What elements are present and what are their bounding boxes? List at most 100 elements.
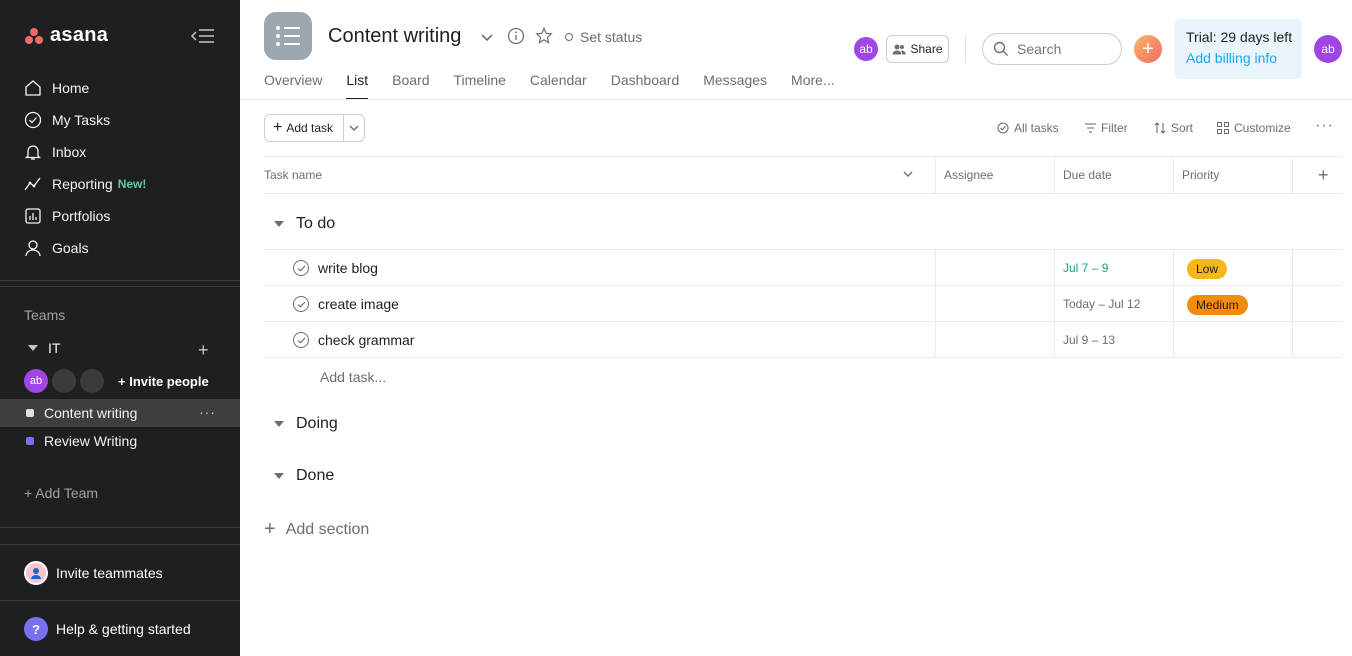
chevron-down-icon[interactable] (903, 171, 913, 178)
column-divider (1173, 250, 1174, 286)
set-status-label: Set status (580, 29, 643, 45)
column-header-task-name[interactable]: Task name (256, 157, 927, 193)
chevron-down-icon[interactable] (480, 30, 494, 48)
caret-down-icon[interactable] (274, 221, 284, 227)
quick-add-button[interactable]: + (1134, 35, 1162, 63)
section-title: Done (296, 467, 335, 484)
help-button[interactable]: ? Help & getting started (24, 617, 191, 641)
avatar[interactable]: ab (24, 369, 48, 393)
check-icon[interactable] (293, 260, 309, 276)
column-header-due-date[interactable]: Due date (1055, 157, 1173, 193)
search-input[interactable] (1017, 41, 1112, 57)
task-name[interactable]: create image (293, 286, 399, 322)
sort-icon (1154, 122, 1166, 134)
filter-icon (1085, 123, 1096, 133)
add-section-label: Add section (285, 520, 370, 538)
add-team-button[interactable]: + Add Team (24, 485, 98, 501)
people-icon (892, 44, 907, 55)
sidebar-item-inbox[interactable]: Inbox (0, 136, 240, 168)
sidebar-divider (0, 544, 240, 545)
column-divider (1054, 322, 1055, 358)
tab-calendar[interactable]: Calendar (530, 72, 587, 100)
sidebar-item-portfolios[interactable]: Portfolios (0, 200, 240, 232)
sidebar-item-reporting[interactable]: Reporting New! (0, 168, 240, 200)
section-header-done[interactable]: Done (274, 467, 334, 485)
caret-down-icon[interactable] (274, 473, 284, 479)
customize-icon (1217, 122, 1229, 134)
task-due-date[interactable]: Jul 9 – 13 (1063, 322, 1115, 358)
tab-board[interactable]: Board (392, 72, 429, 100)
tab-dashboard[interactable]: Dashboard (611, 72, 680, 100)
sort-button[interactable]: Sort (1154, 121, 1193, 135)
caret-down-icon[interactable] (274, 421, 284, 427)
teams-heading[interactable]: Teams (24, 307, 65, 323)
invite-people-button[interactable]: + Invite people (118, 374, 209, 389)
sidebar-divider (0, 527, 240, 528)
column-header-assignee[interactable]: Assignee (936, 157, 1054, 193)
customize-button[interactable]: Customize (1217, 121, 1291, 135)
priority-badge[interactable]: Medium (1187, 295, 1248, 315)
add-task-button[interactable]: + Add task (265, 115, 344, 141)
collapse-sidebar-icon[interactable] (190, 26, 216, 46)
task-name[interactable]: write blog (293, 250, 378, 286)
add-column-icon[interactable]: + (1310, 157, 1329, 193)
asana-logo[interactable]: asana (24, 24, 108, 47)
table-row[interactable]: check grammar Jul 9 – 13 (264, 322, 1342, 358)
more-options-icon[interactable]: ··· (1315, 117, 1334, 135)
add-billing-info-link[interactable]: Add billing info (1186, 50, 1302, 66)
task-name[interactable]: check grammar (293, 322, 414, 358)
table-row[interactable]: create image Today – Jul 12 Medium (264, 286, 1342, 322)
star-icon[interactable] (535, 27, 553, 50)
task-due-date[interactable]: Today – Jul 12 (1063, 286, 1140, 322)
share-button[interactable]: Share (886, 35, 949, 63)
team-it[interactable]: IT (28, 340, 218, 356)
column-divider (1173, 322, 1174, 358)
avatar[interactable]: ab (854, 37, 878, 61)
user-avatar[interactable]: ab (1314, 35, 1342, 63)
share-label: Share (910, 42, 943, 56)
sidebar-project-review-writing[interactable]: Review Writing (0, 427, 240, 455)
check-icon[interactable] (293, 332, 309, 348)
tab-list[interactable]: List (346, 72, 368, 100)
search-box[interactable] (982, 33, 1122, 65)
sidebar-item-home[interactable]: Home (0, 72, 240, 104)
sidebar-item-label: Inbox (52, 144, 87, 160)
add-task-button-group: + Add task (264, 114, 365, 142)
column-header-priority[interactable]: Priority (1174, 157, 1292, 193)
caret-down-icon[interactable] (28, 345, 38, 351)
project-more-icon[interactable]: ··· (199, 404, 216, 420)
all-tasks-button[interactable]: All tasks (997, 121, 1059, 135)
tab-more[interactable]: More... (791, 72, 835, 100)
project-title[interactable]: Content writing (328, 25, 461, 48)
priority-badge[interactable]: Low (1187, 259, 1228, 279)
sidebar-item-label: My Tasks (52, 112, 111, 128)
add-task-dropdown-icon[interactable] (344, 125, 364, 132)
sidebar-item-my-tasks[interactable]: My Tasks (0, 104, 240, 136)
sidebar-item-label: Portfolios (52, 208, 111, 224)
help-icon: ? (24, 617, 48, 641)
section-title: To do (296, 215, 336, 232)
add-to-team-icon[interactable]: + (198, 340, 209, 361)
table-row[interactable]: write blog Jul 7 – 9 Low (264, 250, 1342, 286)
task-due-date[interactable]: Jul 7 – 9 (1063, 250, 1108, 286)
project-list-icon[interactable] (264, 12, 312, 60)
section-header-to-do[interactable]: To do (274, 215, 335, 233)
add-task-inline-button[interactable]: Add task... (320, 369, 386, 385)
invite-teammates-button[interactable]: Invite teammates (24, 561, 163, 585)
section-header-doing[interactable]: Doing (274, 415, 338, 433)
sidebar-item-goals[interactable]: Goals (0, 232, 240, 264)
filter-button[interactable]: Filter (1085, 121, 1128, 135)
status-dot-icon (565, 33, 573, 41)
set-status-button[interactable]: Set status (565, 29, 642, 45)
column-divider (1054, 250, 1055, 286)
section-title: Doing (296, 415, 338, 432)
tab-overview[interactable]: Overview (264, 72, 322, 100)
column-divider (935, 250, 936, 286)
info-icon[interactable] (507, 27, 525, 50)
tab-messages[interactable]: Messages (703, 72, 767, 100)
project-color-icon (26, 409, 34, 417)
add-section-button[interactable]: + Add section (264, 518, 369, 541)
sidebar: asana Home My Tasks Inbox Reporting New!… (0, 0, 240, 656)
tab-timeline[interactable]: Timeline (454, 72, 506, 100)
check-icon[interactable] (293, 296, 309, 312)
